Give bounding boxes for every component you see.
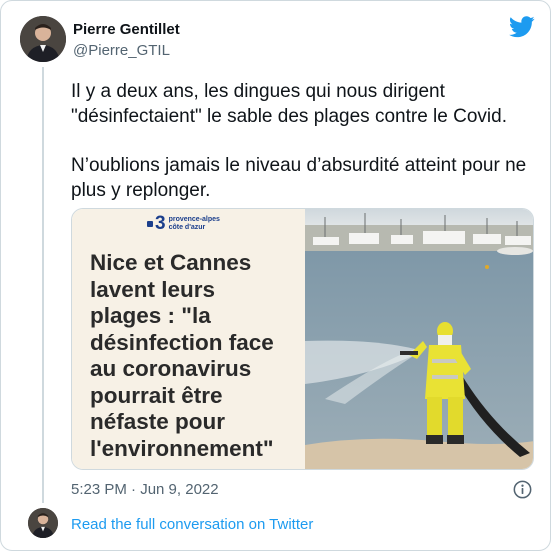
france3-logo: 3 provence-alpes côte d'azur xyxy=(147,213,220,234)
news-graphic: 3 provence-alpes côte d'azur Nice et Can… xyxy=(72,209,305,469)
beach-photo xyxy=(305,209,533,469)
read-conversation-link[interactable]: Read the full conversation on Twitter xyxy=(71,516,313,533)
headline-line: néfaste pour xyxy=(90,409,226,434)
logo-dot xyxy=(147,221,153,227)
headline-line: au coronavirus xyxy=(90,356,252,381)
thread-line xyxy=(42,67,44,503)
headline-line: lavent leurs xyxy=(90,276,216,302)
author-avatar-small[interactable] xyxy=(28,508,58,538)
twitter-bird-icon[interactable] xyxy=(509,16,535,38)
info-icon[interactable] xyxy=(513,480,532,499)
tweet-paragraph: N’oublions jamais le niveau d’absurdité … xyxy=(71,155,527,201)
logo-region-line1: provence-alpes xyxy=(168,216,220,223)
headline-line: désinfection face xyxy=(90,329,274,355)
tweet-text: Il y a deux ans, les dingues qui nous di… xyxy=(71,79,541,203)
author-avatar[interactable] xyxy=(20,16,66,62)
tweet-media[interactable]: 3 provence-alpes côte d'azur Nice et Can… xyxy=(71,208,534,470)
news-headline: Nice et Cannes lavent leurs plages : "la… xyxy=(90,250,302,462)
logo-region-line2: côte d'azur xyxy=(168,224,206,231)
author-handle[interactable]: @Pierre_GTIL xyxy=(73,42,170,59)
author-name[interactable]: Pierre Gentillet xyxy=(73,21,180,38)
headline-line: plages : "la xyxy=(90,303,211,328)
headline-line: l'environnement" xyxy=(90,435,274,461)
tweet-card: Pierre Gentillet @Pierre_GTIL Il y a deu… xyxy=(0,0,551,551)
headline-line: Nice et Cannes xyxy=(90,250,252,275)
tweet-timestamp[interactable]: 5:23 PM · Jun 9, 2022 xyxy=(71,481,219,498)
headline-line: pourrait être xyxy=(90,382,223,408)
tweet-paragraph: Il y a deux ans, les dingues qui nous di… xyxy=(71,81,507,127)
logo-number: 3 xyxy=(155,213,166,234)
